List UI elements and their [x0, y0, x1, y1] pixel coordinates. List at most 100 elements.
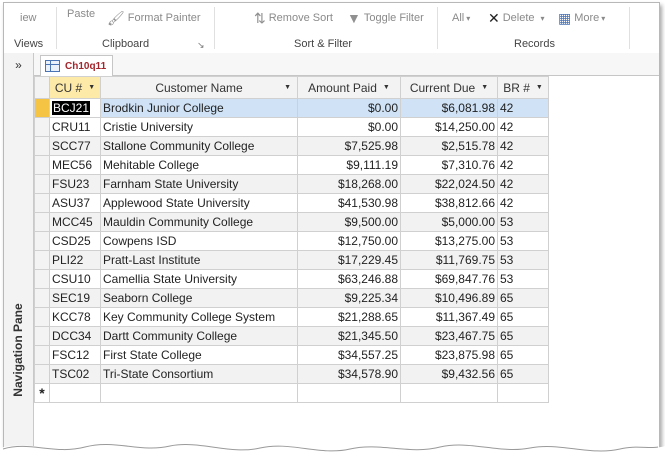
- cell-amount-paid[interactable]: $41,530.98: [297, 193, 401, 213]
- cell-current-due[interactable]: $10,496.89: [400, 288, 498, 308]
- cell-customer-name[interactable]: Stallone Community College: [100, 136, 298, 156]
- table-row[interactable]: MCC45 Mauldin Community College $9,500.0…: [34, 212, 549, 232]
- cell-cu[interactable]: TSC02: [49, 364, 101, 384]
- cell-amount-paid[interactable]: $34,557.25: [297, 345, 401, 365]
- cell-current-due[interactable]: $14,250.00: [400, 117, 498, 137]
- new-record-row[interactable]: *: [34, 383, 549, 403]
- cell-br[interactable]: 53: [497, 212, 549, 232]
- table-row[interactable]: CSU10 Camellia State University $63,246.…: [34, 269, 549, 289]
- tab-ch10q11[interactable]: Ch10q11: [40, 55, 114, 76]
- cell-current-due[interactable]: $23,467.75: [400, 326, 498, 346]
- cell-current-due[interactable]: $69,847.76: [400, 269, 498, 289]
- table-row[interactable]: SCC77 Stallone Community College $7,525.…: [34, 136, 549, 156]
- cell-cu[interactable]: PLI22: [49, 250, 101, 270]
- chevron-down-icon[interactable]: ▼: [481, 84, 488, 91]
- paste-button[interactable]: Paste: [67, 3, 95, 25]
- table-row[interactable]: BCJ21 Brodkin Junior College $0.00 $6,08…: [34, 98, 549, 118]
- cell-current-due[interactable]: $6,081.98: [400, 98, 498, 118]
- cell-cu[interactable]: DCC34: [49, 326, 101, 346]
- cell-customer-name[interactable]: Brodkin Junior College: [100, 98, 298, 118]
- record-selector[interactable]: [34, 117, 50, 137]
- cell-amount-paid[interactable]: $9,225.34: [297, 288, 401, 308]
- record-selector[interactable]: [34, 250, 50, 270]
- cell-amount-paid[interactable]: $9,111.19: [297, 155, 401, 175]
- cell-current-due[interactable]: $13,275.00: [400, 231, 498, 251]
- cell-amount-paid[interactable]: $18,268.00: [297, 174, 401, 194]
- chevron-down-icon[interactable]: ▼: [284, 84, 291, 91]
- record-selector[interactable]: [34, 326, 50, 346]
- table-row[interactable]: ASU37 Applewood State University $41,530…: [34, 193, 549, 213]
- cell-customer-name[interactable]: Camellia State University: [100, 269, 298, 289]
- cell-current-due[interactable]: $9,432.56: [400, 364, 498, 384]
- cell-cu[interactable]: SCC77: [49, 136, 101, 156]
- cell-br[interactable]: 42: [497, 98, 549, 118]
- cell-amount-paid[interactable]: $0.00: [297, 98, 401, 118]
- cell-cu[interactable]: BCJ21: [49, 98, 101, 118]
- cell-customer-name[interactable]: Dartt Community College: [100, 326, 298, 346]
- chevron-down-icon[interactable]: ▼: [88, 84, 95, 91]
- record-selector[interactable]: [34, 136, 50, 156]
- cell-br[interactable]: 65: [497, 345, 549, 365]
- cell-current-due[interactable]: $23,875.98: [400, 345, 498, 365]
- cell-amount-paid[interactable]: $0.00: [297, 117, 401, 137]
- select-all-corner[interactable]: [34, 76, 50, 99]
- chevron-down-icon[interactable]: ▼: [536, 84, 543, 91]
- record-selector[interactable]: [34, 269, 50, 289]
- cell-amount-paid[interactable]: $12,750.00: [297, 231, 401, 251]
- cell-cu[interactable]: FSC12: [49, 345, 101, 365]
- column-header-customer-name[interactable]: Customer Name ▼: [100, 76, 298, 99]
- cell-br[interactable]: 42: [497, 117, 549, 137]
- cell-customer-name[interactable]: Tri-State Consortium: [100, 364, 298, 384]
- navigation-pane-label[interactable]: Navigation Pane: [6, 283, 30, 433]
- cell-br[interactable]: 65: [497, 364, 549, 384]
- new-cell-br[interactable]: [497, 383, 549, 403]
- cell-customer-name[interactable]: Mehitable College: [100, 155, 298, 175]
- format-painter-button[interactable]: 🖌 Format Painter: [107, 7, 201, 29]
- column-header-br[interactable]: BR # ▼: [497, 76, 549, 99]
- cell-cu[interactable]: SEC19: [49, 288, 101, 308]
- view-button[interactable]: iew: [20, 7, 37, 29]
- cell-current-due[interactable]: $7,310.76: [400, 155, 498, 175]
- cell-amount-paid[interactable]: $17,229.45: [297, 250, 401, 270]
- cell-br[interactable]: 65: [497, 307, 549, 327]
- table-row[interactable]: FSC12 First State College $34,557.25 $23…: [34, 345, 549, 365]
- table-row[interactable]: CRU11 Cristie University $0.00 $14,250.0…: [34, 117, 549, 137]
- cell-amount-paid[interactable]: $63,246.88: [297, 269, 401, 289]
- cell-customer-name[interactable]: Cowpens ISD: [100, 231, 298, 251]
- table-row[interactable]: DCC34 Dartt Community College $21,345.50…: [34, 326, 549, 346]
- new-cell-cu[interactable]: [49, 383, 101, 403]
- cell-cu[interactable]: KCC78: [49, 307, 101, 327]
- cell-current-due[interactable]: $11,769.75: [400, 250, 498, 270]
- cell-amount-paid[interactable]: $21,345.50: [297, 326, 401, 346]
- chevron-down-icon[interactable]: ▼: [383, 84, 390, 91]
- record-selector[interactable]: [34, 98, 50, 118]
- navigation-pane[interactable]: » Navigation Pane: [4, 53, 34, 465]
- clipboard-launcher-icon[interactable]: ↘: [197, 40, 205, 51]
- table-row[interactable]: TSC02 Tri-State Consortium $34,578.90 $9…: [34, 364, 549, 384]
- cell-amount-paid[interactable]: $9,500.00: [297, 212, 401, 232]
- cell-current-due[interactable]: $22,024.50: [400, 174, 498, 194]
- cell-br[interactable]: 53: [497, 231, 549, 251]
- cell-br[interactable]: 42: [497, 193, 549, 213]
- record-selector[interactable]: [34, 155, 50, 175]
- cell-br[interactable]: 65: [497, 326, 549, 346]
- cell-customer-name[interactable]: Pratt-Last Institute: [100, 250, 298, 270]
- cell-cu[interactable]: CSD25: [49, 231, 101, 251]
- cell-customer-name[interactable]: Key Community College System: [100, 307, 298, 327]
- cell-br[interactable]: 65: [497, 288, 549, 308]
- record-selector[interactable]: [34, 193, 50, 213]
- record-selector[interactable]: [34, 212, 50, 232]
- record-selector[interactable]: [34, 307, 50, 327]
- new-cell-amount-paid[interactable]: [297, 383, 401, 403]
- table-row[interactable]: FSU23 Farnham State University $18,268.0…: [34, 174, 549, 194]
- table-row[interactable]: PLI22 Pratt-Last Institute $17,229.45 $1…: [34, 250, 549, 270]
- cell-customer-name[interactable]: Cristie University: [100, 117, 298, 137]
- cell-current-due[interactable]: $38,812.66: [400, 193, 498, 213]
- cell-br[interactable]: 53: [497, 269, 549, 289]
- cell-customer-name[interactable]: Mauldin Community College: [100, 212, 298, 232]
- cell-cu[interactable]: CSU10: [49, 269, 101, 289]
- cell-amount-paid[interactable]: $7,525.98: [297, 136, 401, 156]
- cell-br[interactable]: 42: [497, 136, 549, 156]
- column-header-cu[interactable]: CU # ▼: [49, 76, 101, 99]
- record-selector[interactable]: [34, 364, 50, 384]
